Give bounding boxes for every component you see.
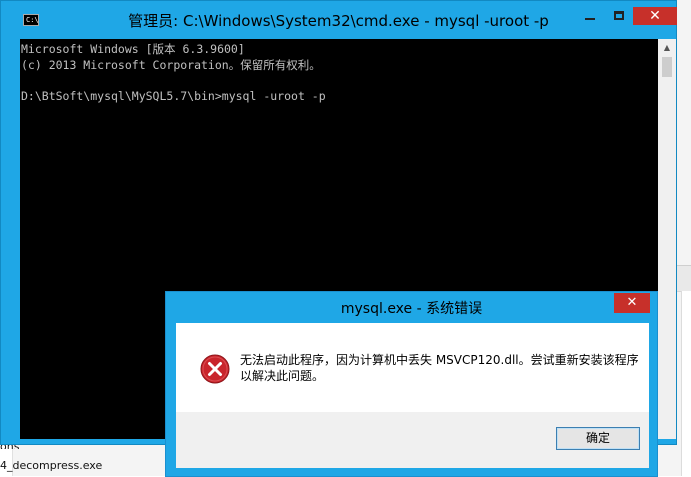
dialog-footer: 确定	[176, 412, 649, 468]
cmd-titlebar[interactable]: C:\ 管理员: C:\Windows\System32\cmd.exe - m…	[1, 1, 677, 39]
console-line: (c) 2013 Microsoft Corporation。保留所有权利。	[21, 58, 321, 72]
console-line: D:\BtSoft\mysql\MySQL5.7\bin>mysql -uroo…	[21, 89, 326, 103]
scroll-up-arrow-icon[interactable]: ▲	[658, 39, 676, 56]
dialog-body: 无法启动此程序，因为计算机中丢失 MSVCP120.dll。尝试重新安装该程序以…	[176, 323, 649, 412]
error-message: 无法启动此程序，因为计算机中丢失 MSVCP120.dll。尝试重新安装该程序以…	[240, 353, 639, 383]
explorer-right-panel	[681, 291, 691, 476]
minimize-button[interactable]	[577, 7, 603, 25]
maximize-button[interactable]	[606, 7, 632, 25]
close-icon: ✕	[649, 8, 661, 24]
vertical-scrollbar[interactable]: ▲	[658, 39, 676, 439]
ok-button[interactable]: 确定	[556, 427, 640, 450]
dialog-close-button[interactable]: ✕	[614, 293, 650, 313]
error-dialog: mysql.exe - 系统错误 ✕ 无法启动此程序，因为计算机中丢失 MSVC…	[165, 291, 658, 477]
dialog-title: mysql.exe - 系统错误	[340, 301, 483, 317]
minimize-icon	[585, 18, 595, 20]
maximize-icon	[614, 11, 624, 20]
cmd-window-title: 管理员: C:\Windows\System32\cmd.exe - mysql…	[128, 12, 549, 30]
error-icon	[200, 354, 230, 384]
scrollbar-thumb[interactable]	[662, 57, 672, 77]
console-line: Microsoft Windows [版本 6.3.9600]	[21, 42, 245, 56]
file-item[interactable]: 4_decompress.exe	[0, 459, 102, 472]
close-button[interactable]: ✕	[633, 7, 677, 25]
